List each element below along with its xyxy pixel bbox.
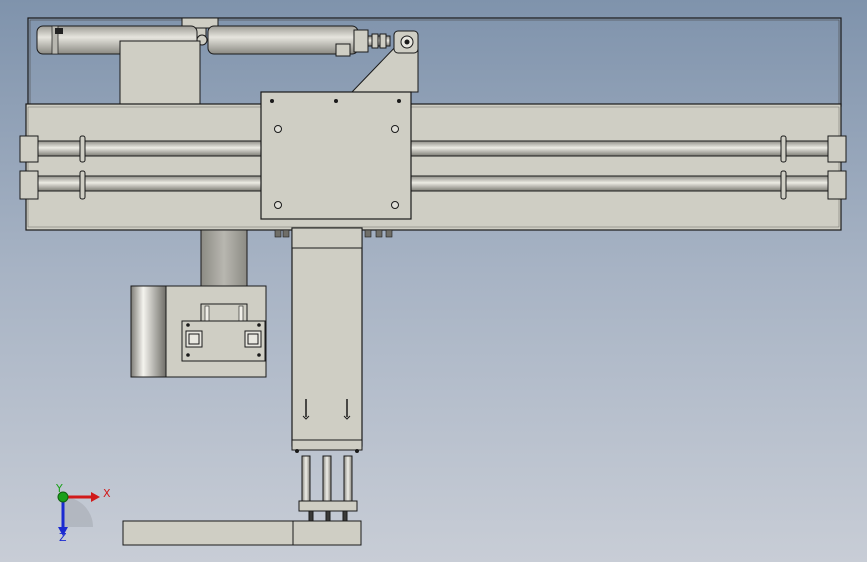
triad-shadow: [63, 497, 93, 527]
y-axis-label: Y: [55, 482, 63, 495]
main-beam: [25, 103, 842, 231]
carriage-plate: [260, 91, 412, 220]
gripper-housing: [130, 285, 267, 378]
cad-viewport[interactable]: X Y Z: [0, 0, 867, 562]
orientation-triad: X Y Z: [55, 482, 111, 544]
assembly-drawing: X Y Z: [19, 17, 847, 546]
lift-piston-rods: [301, 455, 353, 503]
base-plate: [122, 520, 362, 546]
z-axis-label: Z: [59, 531, 67, 544]
vertical-lift-column: [291, 227, 363, 453]
upper-air-cylinder: [36, 17, 391, 57]
cylinder-mount-block: [119, 40, 201, 107]
x-axis-label: X: [103, 487, 111, 500]
